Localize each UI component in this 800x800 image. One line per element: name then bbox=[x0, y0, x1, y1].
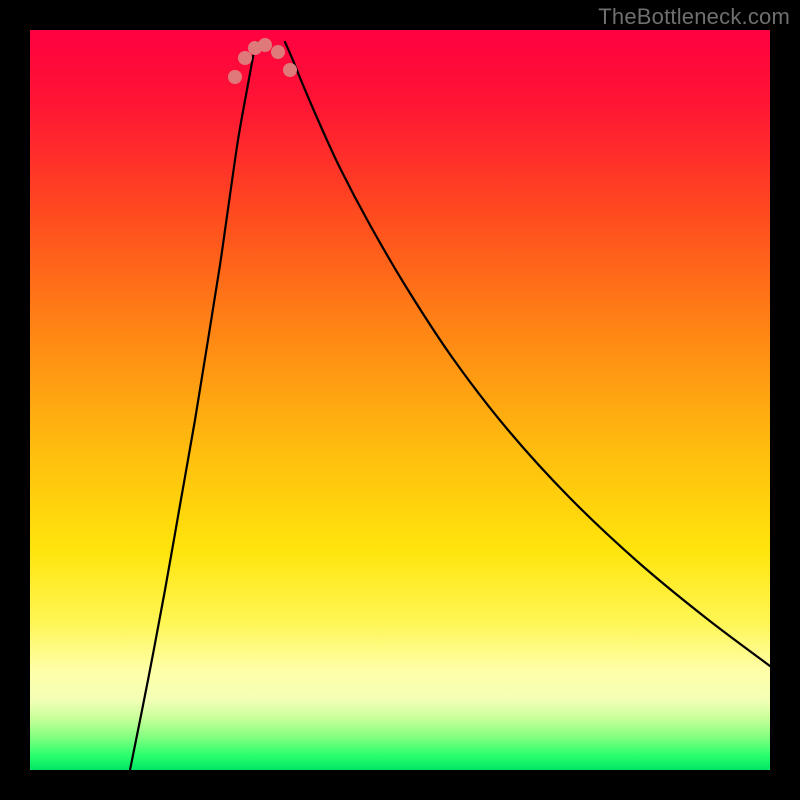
watermark-text: TheBottleneck.com bbox=[598, 4, 790, 30]
valley-marker bbox=[258, 38, 272, 52]
valley-marker bbox=[283, 63, 297, 77]
gradient-background bbox=[30, 30, 770, 770]
plot-panel bbox=[30, 30, 770, 770]
valley-marker bbox=[271, 45, 285, 59]
valley-marker bbox=[228, 70, 242, 84]
valley-marker bbox=[238, 51, 252, 65]
plot-svg bbox=[30, 30, 770, 770]
stage: TheBottleneck.com bbox=[0, 0, 800, 800]
